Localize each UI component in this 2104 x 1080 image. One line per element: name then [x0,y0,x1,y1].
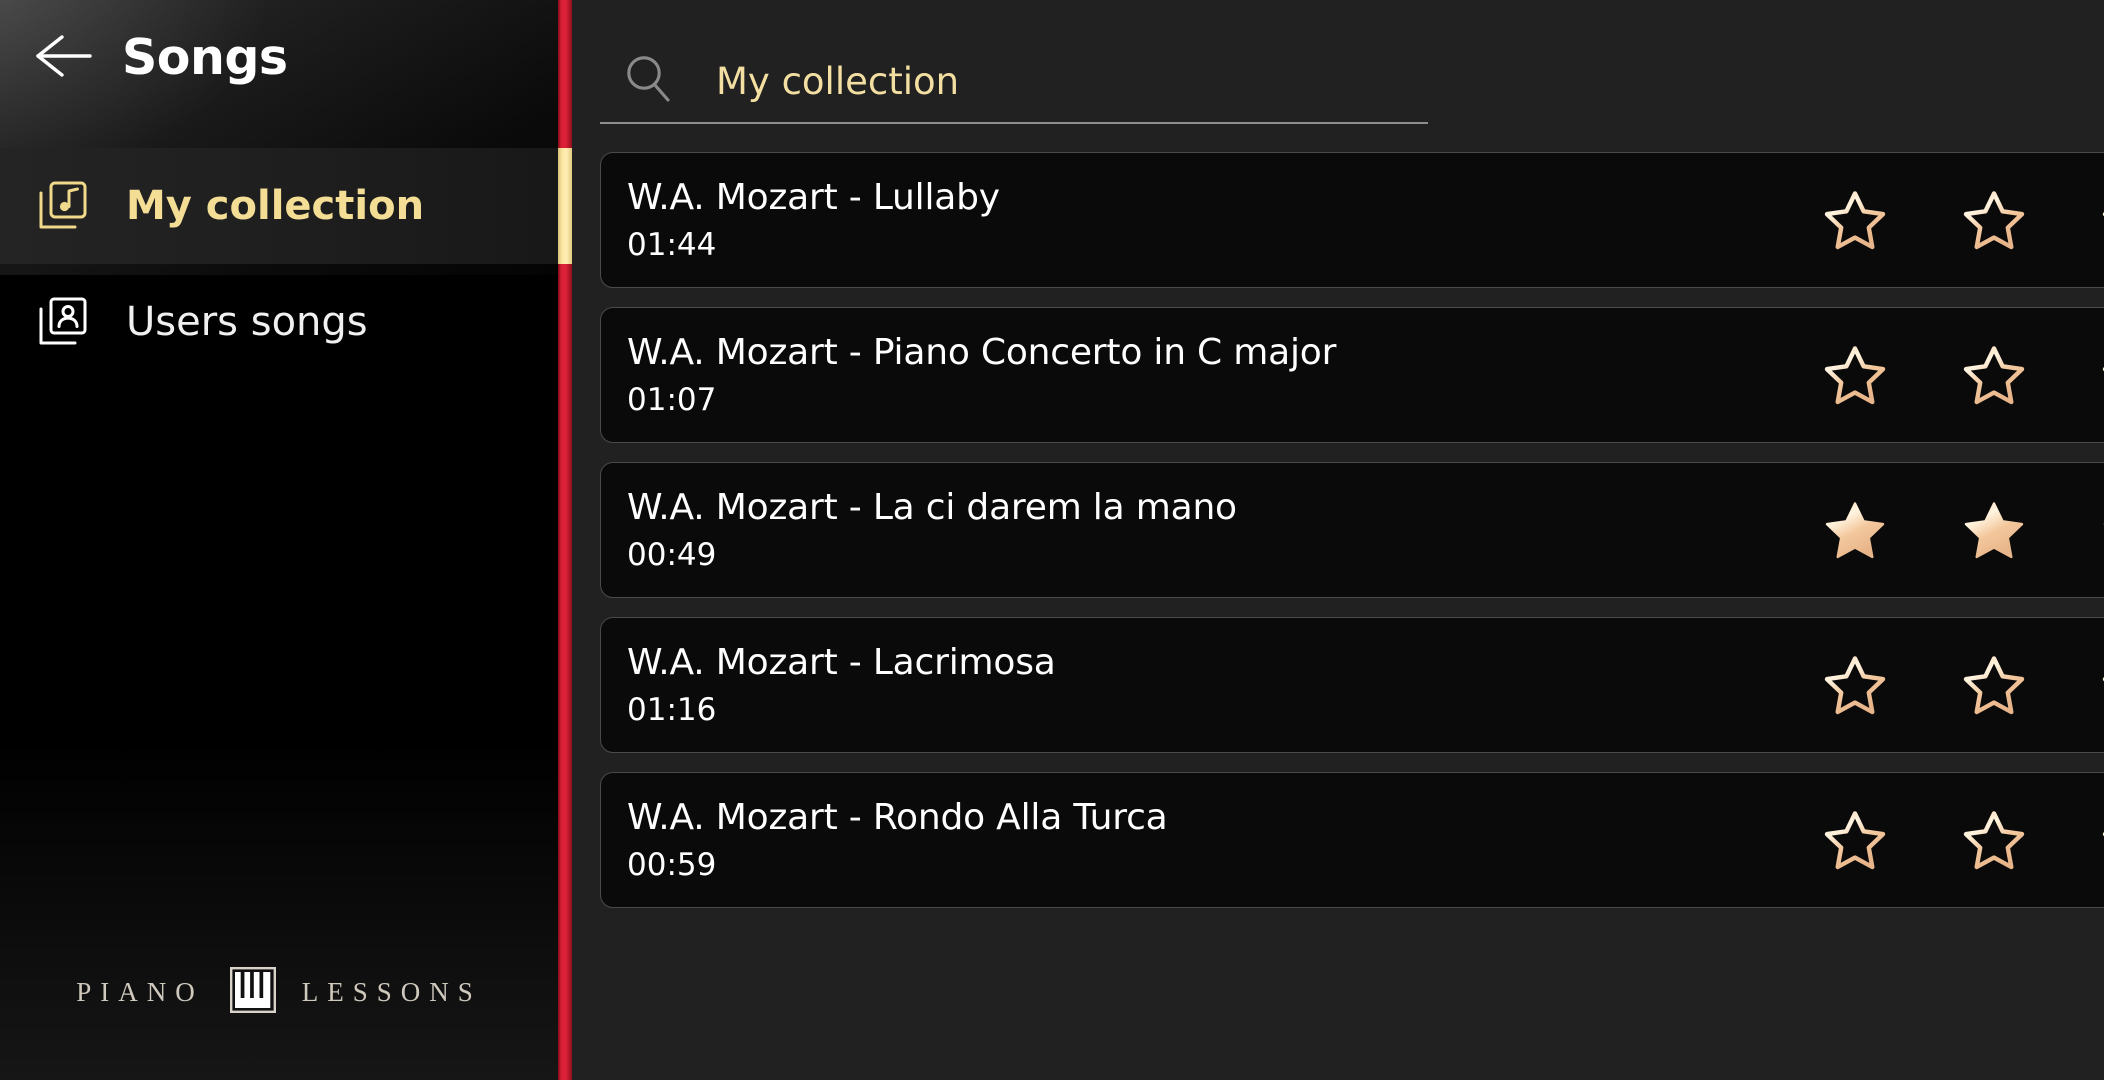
song-duration: 01:44 [627,227,717,264]
table-row[interactable]: W.A. Mozart - Lacrimosa 01:16 [600,617,2104,753]
main-panel: My collection W.A. Mozart - Lullaby 01:4… [558,0,2104,1080]
search-underline [600,122,1428,124]
song-duration: 01:16 [627,692,717,729]
star-icon-empty[interactable] [1963,344,2025,406]
sidebar-item-label: My collection [126,183,425,229]
song-info: W.A. Mozart - Piano Concerto in C major … [627,332,1824,419]
rating-stars [1824,809,2104,871]
brand-word-lessons: LESSONS [301,977,482,1007]
song-info: W.A. Mozart - Lullaby 01:44 [627,177,1824,264]
song-duration: 01:07 [627,382,717,419]
star-icon-empty[interactable] [1963,809,2025,871]
brand-lockup: PIANO LESSONS [0,967,558,1018]
song-list: W.A. Mozart - Lullaby 01:44 W.A. Mozart … [600,152,2104,908]
arrow-left-icon [32,33,94,82]
song-title: W.A. Mozart - Lacrimosa [627,641,1056,683]
search-bar[interactable]: My collection [600,38,1914,124]
table-row[interactable]: W.A. Mozart - Rondo Alla Turca 00:59 [600,772,2104,908]
table-row[interactable]: W.A. Mozart - La ci darem la mano 00:49 [600,462,2104,598]
sidebar-item-my-collection[interactable]: My collection [0,148,558,264]
song-info: W.A. Mozart - La ci darem la mano 00:49 [627,487,1824,574]
star-icon-empty[interactable] [1824,809,1886,871]
active-item-accent-rail [558,148,572,264]
back-button[interactable] [26,21,100,95]
rating-stars [1824,344,2104,406]
star-icon-filled[interactable] [1824,499,1886,561]
star-icon-empty[interactable] [1824,344,1886,406]
page-title: Songs [122,29,288,86]
sidebar-nav: My collection Users songs [0,148,558,380]
piano-keys-icon [229,967,276,1018]
screen-header: Songs [0,0,558,115]
star-icon-empty[interactable] [1963,189,2025,251]
song-info: W.A. Mozart - Lacrimosa 01:16 [627,642,1824,729]
song-duration: 00:59 [627,847,717,884]
song-title: W.A. Mozart - Lullaby [627,176,1000,218]
search-input[interactable]: My collection [716,60,959,103]
star-icon-filled[interactable] [1963,499,2025,561]
sidebar-bottom-gradient [0,740,558,1080]
star-icon-empty[interactable] [1824,654,1886,716]
song-duration: 00:49 [627,537,717,574]
sidebar: Songs My collection Users songs PIANO LE… [0,0,558,1080]
song-title: W.A. Mozart - Piano Concerto in C major [627,331,1337,373]
table-row[interactable]: W.A. Mozart - Piano Concerto in C major … [600,307,2104,443]
music-library-icon [32,174,96,238]
search-icon [620,51,680,111]
song-info: W.A. Mozart - Rondo Alla Turca 00:59 [627,797,1824,884]
song-title: W.A. Mozart - Rondo Alla Turca [627,796,1168,838]
sidebar-item-users-songs[interactable]: Users songs [0,264,558,380]
brand-word-piano: PIANO [76,977,204,1007]
rating-stars [1824,499,2104,561]
table-row[interactable]: W.A. Mozart - Lullaby 01:44 [600,152,2104,288]
rating-stars [1824,189,2104,251]
user-library-icon [32,290,96,354]
sidebar-item-label: Users songs [126,299,368,345]
star-icon-empty[interactable] [1824,189,1886,251]
song-title: W.A. Mozart - La ci darem la mano [627,486,1237,528]
songs-screen: Songs My collection Users songs PIANO LE… [0,0,2104,1080]
star-icon-empty[interactable] [1963,654,2025,716]
rating-stars [1824,654,2104,716]
